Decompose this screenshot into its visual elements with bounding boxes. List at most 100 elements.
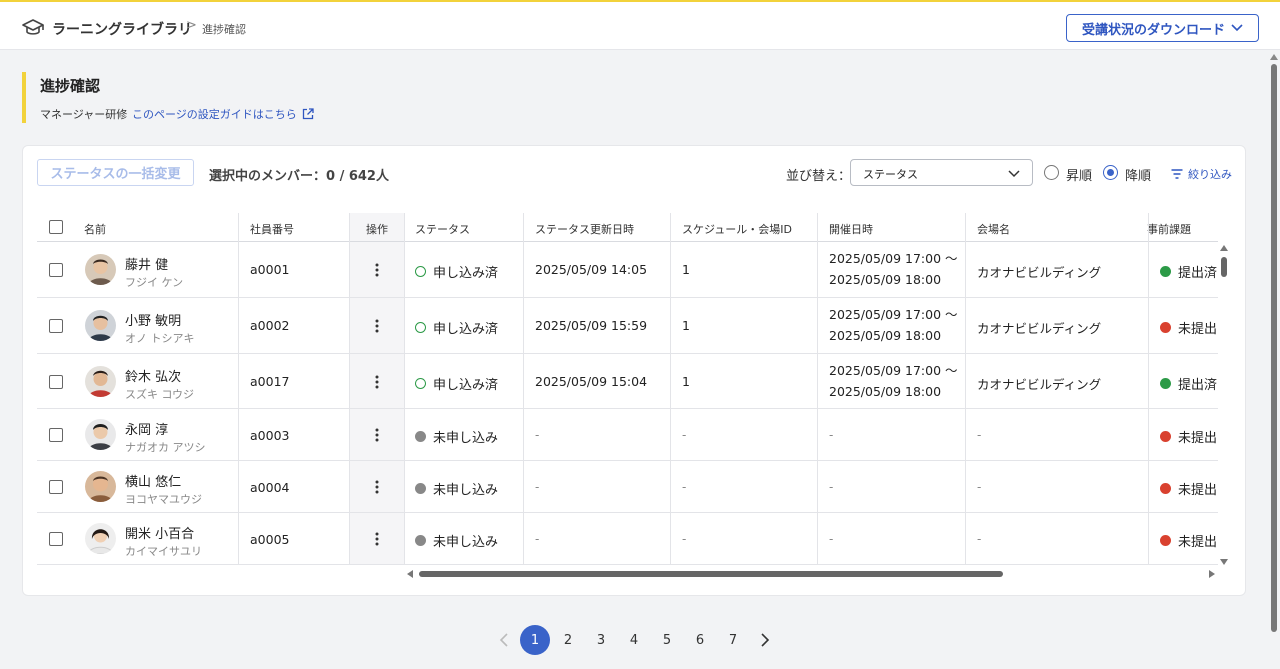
venue-name: - [977,532,982,546]
select-all-checkbox[interactable] [49,220,63,234]
graduation-cap-icon [22,19,44,35]
table-vertical-scrollbar[interactable] [1218,243,1231,565]
sort-select-value: ステータス [863,168,918,181]
row-checkbox[interactable] [49,319,63,333]
table-row[interactable]: 鈴木 弘次 スズキ コウジ a0017 申し込み済 2025/05/09 15:… [37,354,1218,409]
kebab-menu-icon[interactable] [375,532,379,546]
status-updated: - [535,532,540,546]
header-pre-task[interactable]: 事前課題 [1147,221,1191,237]
chevron-left-icon[interactable] [499,633,509,647]
filter-button[interactable]: 絞り込み [1171,166,1232,182]
event-date: 2025/05/09 17:00 〜 2025/05/09 18:00 [829,248,958,290]
member-kana: ヨコヤマユウジ [125,493,202,506]
schedule-id: 1 [682,262,690,277]
pre-task-label: 未提出 [1178,322,1218,337]
header-employee-id[interactable]: 社員番号 [250,221,294,237]
status-updated: 2025/05/09 14:05 [535,262,648,277]
scrollbar-thumb[interactable] [1221,257,1227,277]
order-desc-radio[interactable] [1103,165,1118,180]
scroll-up-arrow-icon[interactable] [1270,54,1278,60]
scrollbar-thumb[interactable] [419,571,1003,577]
order-asc-label[interactable]: 昇順 [1066,165,1092,184]
table-row[interactable]: 横山 悠仁 ヨコヤマユウジ a0004 未申し込み - - - - 未提出 [37,461,1218,513]
status-badge: 申し込み済 [415,318,498,337]
status-not-applied-icon [415,483,426,494]
scroll-down-arrow-icon[interactable] [1220,559,1228,565]
row-checkbox[interactable] [49,480,63,494]
header-venue[interactable]: 会場名 [977,221,1010,237]
pre-task-status: 未提出 [1160,479,1217,498]
schedule-id: 1 [682,374,690,389]
table-row[interactable]: 開米 小百合 カイマイサユリ a0005 未申し込み - - - - 未提出 [37,513,1218,565]
event-date-start: 2025/05/09 17:00 〜 [829,307,958,322]
order-desc-label[interactable]: 降順 [1125,165,1151,184]
member-kana: フジイ ケン [125,276,184,289]
header-date[interactable]: 開催日時 [829,221,873,237]
download-status-button[interactable]: 受講状況のダウンロード [1066,14,1259,42]
status-not-applied-icon [415,431,426,442]
page-vertical-scrollbar[interactable] [1268,52,1280,669]
settings-guide-link[interactable]: このページの設定ガイドはこちら [132,106,314,122]
row-checkbox[interactable] [49,375,63,389]
page-button-1[interactable]: 1 [520,625,550,655]
kebab-menu-icon[interactable] [375,319,379,333]
sort-label: 並び替え： [786,169,852,184]
page-button-3[interactable]: 3 [586,625,616,655]
employee-id: a0003 [250,428,290,443]
kebab-menu-icon[interactable] [375,428,379,442]
header-schedule-id[interactable]: スケジュール・会場ID [682,221,792,237]
header-status[interactable]: ステータス [415,221,470,237]
download-button-label: 受講状況のダウンロード [1081,22,1225,38]
page-button-5[interactable]: 5 [652,625,682,655]
header-name[interactable]: 名前 [84,221,106,237]
table-horizontal-scrollbar[interactable] [405,568,1217,581]
kebab-menu-icon[interactable] [375,263,379,277]
event-date-start: 2025/05/09 17:00 〜 [829,363,958,378]
order-asc-radio[interactable] [1044,165,1059,180]
member-kana: オノ トシアキ [125,332,195,345]
table-row[interactable]: 小野 敏明 オノ トシアキ a0002 申し込み済 2025/05/09 15:… [37,298,1218,354]
pre-task-label: 提出済 [1178,266,1218,281]
status-badge: 未申し込み [415,531,498,550]
page-button-6[interactable]: 6 [685,625,715,655]
status-badge: 未申し込み [415,427,498,446]
member-name[interactable]: 小野 敏明 [125,310,181,329]
member-name[interactable]: 開米 小百合 [125,523,194,542]
status-applied-icon [415,266,426,277]
member-table: 名前 社員番号 操作 ステータス ステータス更新日時 スケジュール・会場ID 開… [37,213,1218,565]
guide-link-label: このページの設定ガイドはこちら [132,108,297,121]
app-title[interactable]: ラーニングライブラリ [52,19,192,39]
venue-name: カオナビビルディング [977,321,1102,336]
avatar [85,310,116,341]
row-checkbox[interactable] [49,532,63,546]
scroll-up-arrow-icon[interactable] [1220,245,1228,251]
row-checkbox[interactable] [49,428,63,442]
page-button-2[interactable]: 2 [553,625,583,655]
breadcrumb-separator: > [186,18,197,33]
event-date: - [829,480,834,494]
table-row[interactable]: 永岡 淳 ナガオカ アツシ a0003 未申し込み - - - - 未提出 [37,409,1218,461]
member-name[interactable]: 鈴木 弘次 [125,366,181,385]
scroll-left-arrow-icon[interactable] [407,570,413,578]
kebab-menu-icon[interactable] [375,375,379,389]
scrollbar-thumb[interactable] [1271,64,1277,632]
status-badge: 申し込み済 [415,262,498,281]
scroll-right-arrow-icon[interactable] [1209,570,1215,578]
row-checkbox[interactable] [49,263,63,277]
bulk-status-change-button[interactable]: ステータスの一括変更 [37,159,194,186]
header-status-updated[interactable]: ステータス更新日時 [535,221,634,237]
pre-task-label: 提出済 [1178,378,1218,393]
kebab-menu-icon[interactable] [375,480,379,494]
member-name[interactable]: 藤井 健 [125,254,168,273]
status-label: 申し込み済 [433,266,499,281]
page-button-7[interactable]: 7 [718,625,748,655]
status-updated: 2025/05/09 15:04 [535,374,648,389]
member-name[interactable]: 永岡 淳 [125,419,168,438]
table-row[interactable]: 藤井 健 フジイ ケン a0001 申し込み済 2025/05/09 14:05… [37,242,1218,298]
status-label: 申し込み済 [433,378,499,393]
sort-select[interactable]: ステータス [850,159,1033,186]
member-name[interactable]: 横山 悠仁 [125,471,181,490]
member-kana: カイマイサユリ [125,545,202,558]
page-button-4[interactable]: 4 [619,625,649,655]
chevron-right-icon[interactable] [760,633,770,647]
